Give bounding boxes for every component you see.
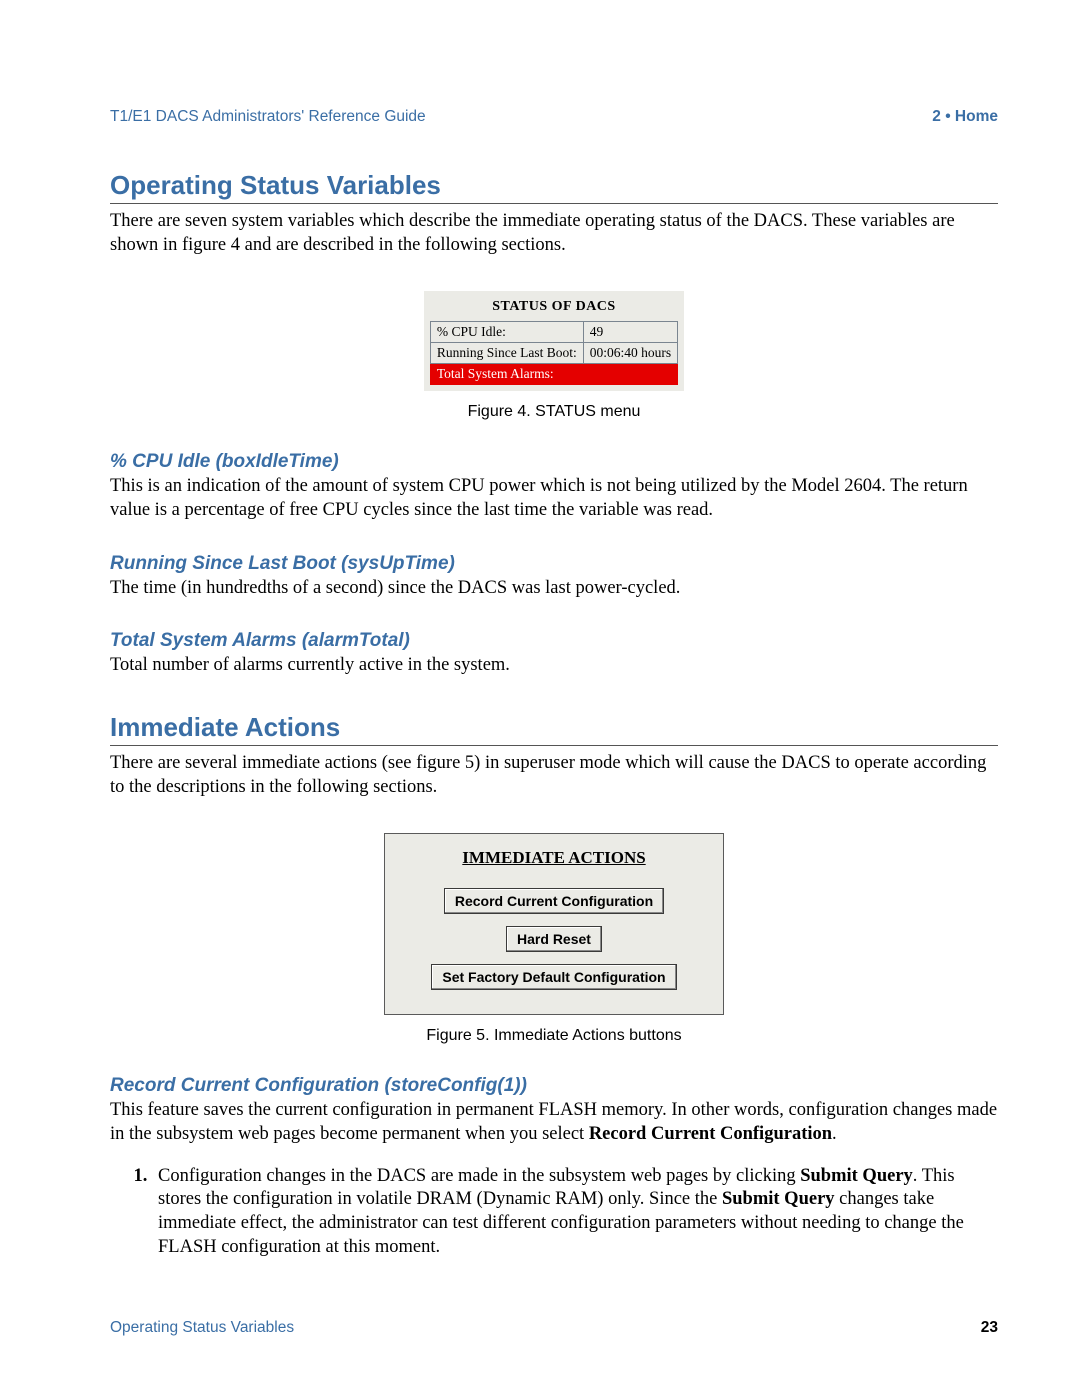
status-panel: STATUS OF DACS % CPU Idle: 49 Running Si… bbox=[424, 291, 684, 391]
table-row-alarm: Total System Alarms: bbox=[430, 364, 677, 385]
list-item: Configuration changes in the DACS are ma… bbox=[152, 1165, 998, 1260]
section-intro: There are seven system variables which d… bbox=[110, 210, 998, 257]
status-label: % CPU Idle: bbox=[430, 322, 583, 343]
footer-section-name: Operating Status Variables bbox=[110, 1319, 294, 1337]
text-run: This feature saves the current configura… bbox=[110, 1100, 997, 1144]
status-value bbox=[583, 364, 677, 385]
text-run: Configuration changes in the DACS are ma… bbox=[158, 1166, 800, 1186]
figure-caption: Figure 4. STATUS menu bbox=[110, 403, 998, 421]
subheading-cpu-idle: % CPU Idle (boxIdleTime) bbox=[110, 451, 998, 473]
table-row: % CPU Idle: 49 bbox=[430, 322, 677, 343]
status-value: 49 bbox=[583, 322, 677, 343]
subheading-uptime: Running Since Last Boot (sysUpTime) bbox=[110, 553, 998, 575]
actions-panel: IMMEDIATE ACTIONS Record Current Configu… bbox=[384, 833, 724, 1015]
figure-caption: Figure 5. Immediate Actions buttons bbox=[110, 1027, 998, 1045]
section-heading-immediate-actions: Immediate Actions bbox=[110, 712, 998, 746]
page: T1/E1 DACS Administrators' Reference Gui… bbox=[0, 0, 1080, 1397]
running-footer: Operating Status Variables 23 bbox=[110, 1319, 998, 1337]
running-header: T1/E1 DACS Administrators' Reference Gui… bbox=[110, 108, 998, 126]
numbered-list: Configuration changes in the DACS are ma… bbox=[110, 1165, 998, 1260]
header-guide-title: T1/E1 DACS Administrators' Reference Gui… bbox=[110, 108, 426, 126]
status-table: % CPU Idle: 49 Running Since Last Boot: … bbox=[430, 321, 678, 385]
sub-body: This feature saves the current configura… bbox=[110, 1099, 998, 1146]
sub-body: Total number of alarms currently active … bbox=[110, 654, 998, 678]
figure-4: STATUS OF DACS % CPU Idle: 49 Running Si… bbox=[110, 291, 998, 421]
sub-body: This is an indication of the amount of s… bbox=[110, 475, 998, 522]
bold-run: Submit Query bbox=[722, 1189, 835, 1209]
actions-panel-title: IMMEDIATE ACTIONS bbox=[409, 848, 699, 868]
factory-default-button[interactable]: Set Factory Default Configuration bbox=[431, 964, 676, 990]
figure-5: IMMEDIATE ACTIONS Record Current Configu… bbox=[110, 833, 998, 1045]
sub-body: The time (in hundredths of a second) sin… bbox=[110, 577, 998, 601]
bold-run: Submit Query bbox=[800, 1166, 913, 1186]
page-number: 23 bbox=[981, 1319, 998, 1337]
header-chapter: 2 • Home bbox=[932, 108, 998, 126]
section-intro: There are several immediate actions (see… bbox=[110, 752, 998, 799]
table-row: Running Since Last Boot: 00:06:40 hours bbox=[430, 343, 677, 364]
bold-run: Record Current Configuration bbox=[589, 1124, 832, 1144]
record-config-button[interactable]: Record Current Configuration bbox=[444, 888, 664, 914]
section-heading-operating-status: Operating Status Variables bbox=[110, 170, 998, 204]
subheading-alarms: Total System Alarms (alarmTotal) bbox=[110, 630, 998, 652]
status-label: Running Since Last Boot: bbox=[430, 343, 583, 364]
status-panel-title: STATUS OF DACS bbox=[430, 299, 678, 315]
hard-reset-button[interactable]: Hard Reset bbox=[506, 926, 602, 952]
status-value: 00:06:40 hours bbox=[583, 343, 677, 364]
status-label: Total System Alarms: bbox=[430, 364, 583, 385]
text-run: . bbox=[832, 1124, 837, 1144]
subheading-record-config: Record Current Configuration (storeConfi… bbox=[110, 1075, 998, 1097]
